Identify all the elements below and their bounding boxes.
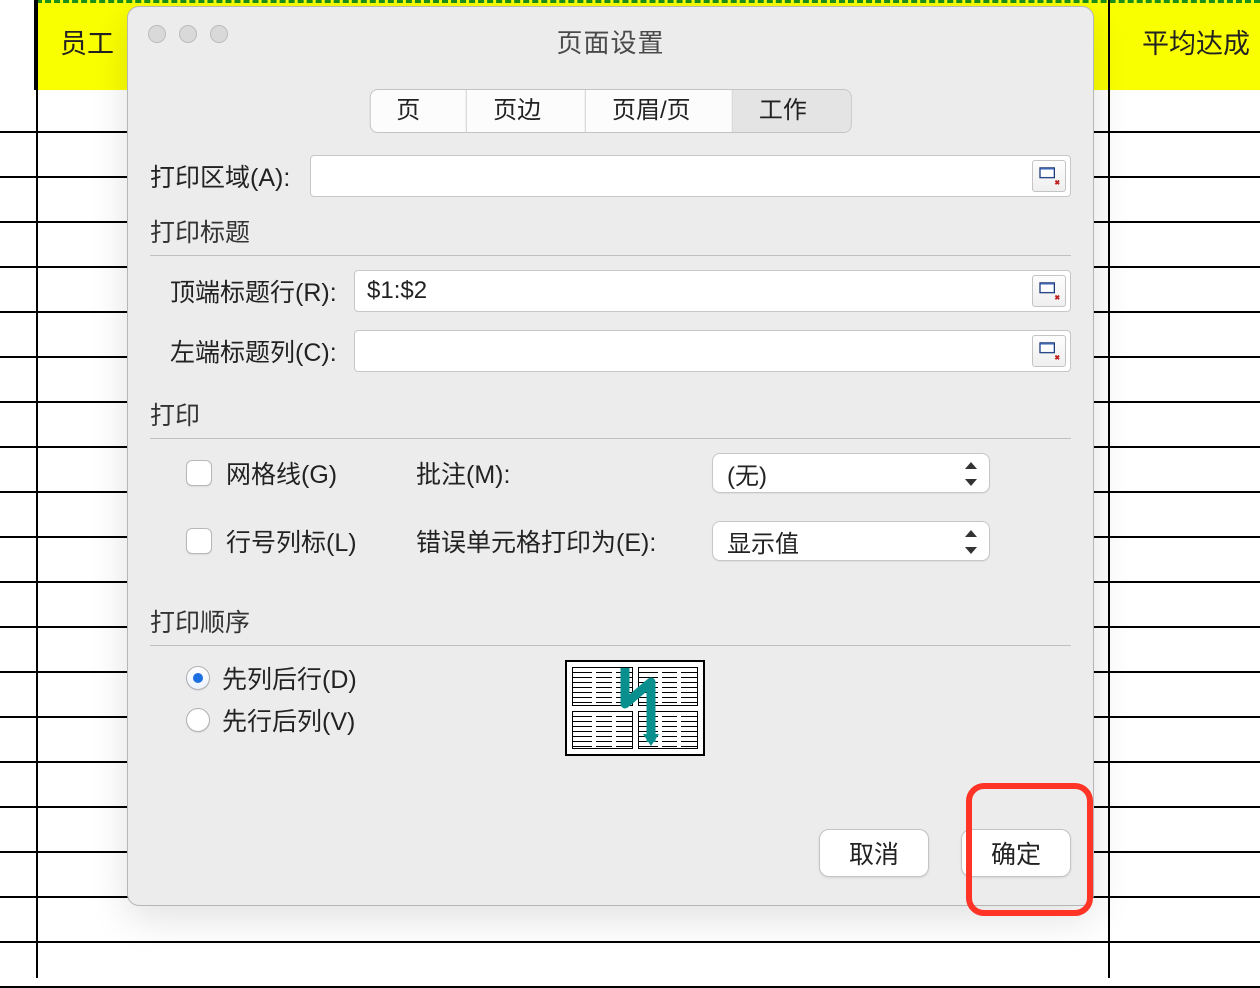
- print-area-input[interactable]: [310, 155, 1071, 197]
- gridlines-checkbox[interactable]: [186, 460, 212, 486]
- print-titles-header: 打印标题: [150, 209, 1071, 255]
- ok-button[interactable]: 确定: [961, 829, 1071, 877]
- headings-checkbox[interactable]: [186, 528, 212, 554]
- comments-label: 批注(M):: [416, 455, 712, 491]
- over-then-down-label: 先行后列(V): [222, 702, 355, 738]
- top-rows-value: $1:$2: [367, 277, 427, 305]
- cancel-button[interactable]: 取消: [819, 829, 929, 877]
- column-header-right: 平均达成: [1142, 22, 1250, 61]
- chevron-updown-icon: [963, 528, 979, 556]
- down-then-over-label: 先列后行(D): [222, 660, 357, 696]
- comments-select[interactable]: (无): [712, 453, 990, 493]
- collapse-dialog-icon: [1038, 165, 1060, 187]
- left-cols-input[interactable]: [354, 330, 1071, 372]
- titlebar: 页面设置: [128, 7, 1093, 63]
- tab-header-footer[interactable]: 页眉/页脚: [586, 90, 733, 132]
- collapse-dialog-icon: [1038, 280, 1060, 302]
- errors-label: 错误单元格打印为(E):: [416, 523, 712, 559]
- comments-value: (无): [727, 456, 767, 491]
- dialog-title: 页面设置: [128, 23, 1093, 60]
- over-then-down-radio[interactable]: [186, 708, 210, 732]
- collapse-dialog-icon: [1038, 340, 1060, 362]
- corner-cell: [0, 0, 36, 90]
- page-setup-dialog: 页面设置 页面 页边距 页眉/页脚 工作表 打印区域(A): 打印标题 顶端标题…: [127, 6, 1094, 906]
- errors-select[interactable]: 显示值: [712, 521, 990, 561]
- left-cols-label: 左端标题列(C):: [170, 333, 354, 369]
- print-order-diagram: [565, 660, 705, 756]
- print-area-label: 打印区域(A):: [150, 158, 310, 194]
- left-cols-ref-button[interactable]: [1032, 335, 1066, 367]
- errors-value: 显示值: [727, 524, 799, 559]
- chevron-updown-icon: [963, 460, 979, 488]
- top-rows-ref-button[interactable]: [1032, 275, 1066, 307]
- tab-bar: 页面 页边距 页眉/页脚 工作表: [369, 89, 852, 133]
- tab-sheet[interactable]: 工作表: [733, 90, 851, 132]
- top-rows-input[interactable]: $1:$2: [354, 270, 1071, 312]
- top-rows-label: 顶端标题行(R):: [170, 273, 354, 309]
- print-area-ref-button[interactable]: [1032, 160, 1066, 192]
- print-section-header: 打印: [150, 392, 1071, 438]
- down-then-over-radio[interactable]: [186, 666, 210, 690]
- print-area-marker: [36, 0, 1260, 3]
- column-header-a: 员工: [60, 22, 114, 61]
- tab-margins[interactable]: 页边距: [467, 90, 586, 132]
- order-arrow-icon: [605, 664, 665, 750]
- print-order-header: 打印顺序: [150, 599, 1071, 645]
- gridlines-label: 网格线(G): [226, 455, 416, 491]
- headings-label: 行号列标(L): [226, 523, 416, 559]
- tab-page[interactable]: 页面: [370, 90, 467, 132]
